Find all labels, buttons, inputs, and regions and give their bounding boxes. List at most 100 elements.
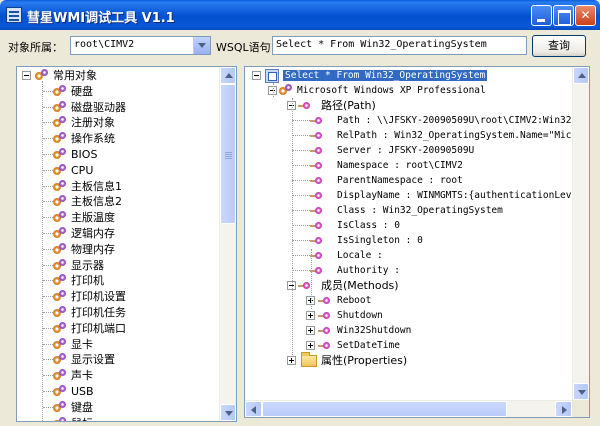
scroll-right-icon[interactable] (555, 401, 572, 417)
minimize-button[interactable] (531, 5, 552, 26)
path-property-item[interactable]: Authority : (245, 263, 575, 278)
tree-node[interactable]: 操作系统 (17, 131, 217, 146)
tree-node-root[interactable]: 常用对象 (17, 68, 217, 83)
gear-icon (53, 179, 67, 193)
query-root-node[interactable]: Select * From Win32_OperatingSystem (245, 68, 575, 83)
tree-node[interactable]: 鼠标 (17, 416, 217, 421)
tree-connector (43, 90, 53, 92)
tree-node[interactable]: 物理内存 (17, 242, 217, 257)
tree-node[interactable]: 打印机 (17, 273, 217, 288)
tree-node[interactable]: USB (17, 384, 217, 399)
gear-icon (53, 116, 67, 129)
path-property-item[interactable]: IsSingleton : 0 (245, 233, 575, 248)
tree-node-label: 显示设置 (71, 353, 115, 367)
path-property-item[interactable]: Path : \\JFSKY-20090509U\root\CIMV2:Win3… (245, 113, 589, 128)
tree-node[interactable]: 硬盘 (17, 84, 217, 99)
namespace-select[interactable]: root\CIMV2 (70, 36, 211, 55)
path-property-item[interactable]: Namespace : root\CIMV2 (245, 158, 575, 173)
method-item[interactable]: Reboot (245, 293, 575, 308)
right-horizontal-scrollbar[interactable] (245, 400, 572, 417)
scroll-thumb[interactable] (262, 401, 507, 417)
namespace-value: root\CIMV2 (74, 39, 135, 50)
scroll-down-icon[interactable] (573, 383, 589, 400)
path-property-item[interactable]: Class : Win32_OperatingSystem (245, 203, 575, 218)
property-icon (298, 99, 311, 112)
tree-connector (292, 255, 310, 256)
tree-node[interactable]: 显示器 (17, 258, 217, 273)
tree-connector (43, 169, 53, 171)
path-property-item[interactable]: IsClass : 0 (245, 218, 575, 233)
methods-node[interactable]: 成员(Methods) (245, 278, 575, 293)
gear-icon (53, 337, 67, 351)
tree-node[interactable]: CPU (17, 163, 217, 178)
path-property-item[interactable]: DisplayName : WINMGMTS:{authenticationLe… (245, 188, 589, 203)
right-vertical-scrollbar[interactable] (572, 67, 589, 400)
scroll-left-icon[interactable] (245, 401, 262, 417)
left-vertical-scrollbar[interactable] (219, 67, 236, 421)
gear-icon (53, 100, 67, 114)
expand-icon[interactable] (306, 341, 315, 350)
instance-node[interactable]: Microsoft Windows XP Professional (245, 83, 575, 98)
tree-node[interactable]: 主板信息1 (17, 179, 217, 194)
tree-node-label: Class : Win32_OperatingSystem (337, 205, 503, 216)
tree-connector (43, 296, 53, 298)
tree-node[interactable]: 声卡 (17, 368, 217, 383)
tree-node[interactable]: 显卡 (17, 337, 217, 352)
tree-node-label: Win32Shutdown (337, 325, 412, 336)
scroll-up-icon[interactable] (573, 67, 589, 84)
tree-node[interactable]: 打印机设置 (17, 289, 217, 304)
expand-icon[interactable] (287, 356, 296, 365)
tree-connector (292, 195, 310, 196)
selected-label: Select * From Win32_OperatingSystem (283, 70, 488, 81)
tree-node[interactable]: 磁盘驱动器 (17, 100, 217, 115)
property-icon (310, 234, 323, 247)
tree-node-label: 硬盘 (71, 84, 93, 98)
collapse-icon[interactable] (252, 71, 261, 80)
path-property-item[interactable]: RelPath : Win32_OperatingSystem.Name="Mi… (245, 128, 589, 143)
tree-node[interactable]: 逻辑内存 (17, 226, 217, 241)
query-button[interactable]: 查询 (532, 35, 586, 57)
chevron-down-icon[interactable] (193, 37, 210, 54)
tree-node[interactable]: 显示设置 (17, 352, 217, 367)
object-label: 对象所属： (8, 41, 63, 54)
tree-connector (292, 225, 310, 226)
gear-icon (53, 195, 67, 208)
tree-node[interactable]: 打印机任务 (17, 305, 217, 320)
title-bar[interactable]: 彗星WMI调试工具 V1.1 ✕ (0, 0, 600, 30)
scroll-thumb[interactable] (220, 84, 236, 224)
gear-icon (53, 242, 67, 256)
tree-node[interactable]: 主版温度 (17, 210, 217, 225)
close-button[interactable]: ✕ (575, 5, 596, 26)
scroll-down-icon[interactable] (220, 404, 236, 421)
object-tree[interactable]: 常用对象硬盘磁盘驱动器 注册对象 操作系统 BIOS CPU 主板信息1 主板信息2 主版温度… (16, 66, 237, 422)
path-node[interactable]: 路径(Path) (245, 98, 575, 113)
result-tree[interactable]: Select * From Win32_OperatingSystem Micro… (244, 66, 590, 418)
method-item[interactable]: SetDateTime (245, 338, 575, 353)
scroll-up-icon[interactable] (220, 67, 236, 84)
tree-node-label: 常用对象 (53, 69, 97, 82)
method-item[interactable]: Shutdown (245, 308, 575, 323)
property-icon (310, 189, 323, 202)
tree-connector (43, 217, 53, 219)
tree-connector (292, 210, 310, 211)
tree-node[interactable]: 注册对象 (17, 115, 217, 130)
gear-icon (53, 132, 67, 145)
maximize-button[interactable] (553, 5, 574, 26)
expand-icon[interactable] (306, 311, 315, 320)
path-property-item[interactable]: ParentNamespace : root (245, 173, 575, 188)
properties-node[interactable]: 属性(Properties) (245, 352, 575, 368)
path-property-item[interactable]: Server : JFSKY-20090509U (245, 143, 575, 158)
expand-icon[interactable] (306, 326, 315, 335)
collapse-icon[interactable] (22, 71, 31, 80)
query-input[interactable]: Select * From Win32_OperatingSystem (272, 36, 527, 55)
tree-node[interactable]: BIOS (17, 147, 217, 162)
method-icon (298, 279, 311, 292)
tree-connector (43, 312, 53, 313)
method-item[interactable]: Win32Shutdown (245, 323, 575, 338)
tree-node[interactable]: 主板信息2 (17, 194, 217, 209)
tree-node-label: Server : JFSKY-20090509U (337, 145, 475, 156)
tree-node-label: Authority : (337, 265, 400, 276)
tree-node[interactable]: 打印机端口 (17, 321, 217, 336)
path-property-item[interactable]: Locale : (245, 248, 575, 263)
tree-node[interactable]: 键盘 (17, 400, 217, 415)
